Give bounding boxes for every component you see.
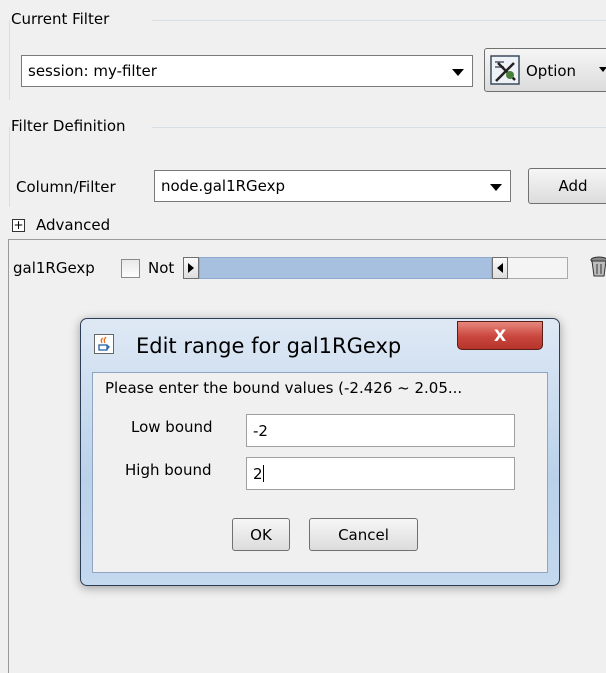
range-slider-high-thumb[interactable] bbox=[492, 257, 508, 279]
add-button[interactable]: Add bbox=[528, 168, 606, 204]
java-cup-icon bbox=[94, 334, 114, 358]
range-slider-low-thumb[interactable] bbox=[183, 257, 199, 279]
range-slider[interactable] bbox=[183, 257, 593, 279]
filter-definition-border bbox=[9, 127, 10, 207]
high-bound-input[interactable]: 2 bbox=[246, 457, 515, 490]
option-menu-chevron-icon bbox=[599, 67, 606, 72]
column-filter-label: Column/Filter bbox=[16, 178, 116, 196]
dialog-prompt-text: Please enter the bound values (-2.426 ~ … bbox=[105, 379, 463, 397]
column-filter-value: node.gal1RGexp bbox=[161, 177, 286, 195]
high-bound-label: High bound bbox=[125, 461, 212, 479]
dialog-title: Edit range for gal1RGexp bbox=[136, 334, 402, 358]
high-bound-value: 2 bbox=[253, 465, 263, 483]
text-cursor bbox=[262, 465, 264, 482]
filter-definition-section-label: Filter Definition bbox=[11, 117, 126, 135]
current-filter-border bbox=[9, 20, 10, 100]
filter-attribute-label: gal1RGexp bbox=[13, 259, 95, 277]
current-filter-value: session: my-filter bbox=[28, 62, 157, 80]
option-button-label: Option bbox=[526, 62, 577, 80]
current-filter-separator bbox=[152, 20, 606, 21]
current-filter-dropdown[interactable]: session: my-filter bbox=[21, 55, 473, 87]
trash-icon[interactable] bbox=[590, 256, 606, 282]
not-label: Not bbox=[148, 259, 175, 277]
cancel-button[interactable]: Cancel bbox=[309, 518, 418, 551]
chevron-down-icon bbox=[452, 69, 464, 76]
range-slider-fill bbox=[199, 257, 492, 279]
current-filter-section-label: Current Filter bbox=[11, 10, 110, 28]
options-settings-icon bbox=[490, 55, 520, 89]
option-button[interactable]: Option bbox=[484, 48, 606, 92]
filter-definition-separator bbox=[152, 127, 606, 128]
ok-button[interactable]: OK bbox=[232, 518, 290, 551]
dialog-body: Please enter the bound values (-2.426 ~ … bbox=[92, 372, 548, 573]
advanced-expand-toggle[interactable]: + bbox=[12, 219, 25, 232]
range-slider-track bbox=[508, 257, 568, 279]
advanced-label[interactable]: Advanced bbox=[36, 216, 110, 234]
low-bound-label: Low bound bbox=[131, 418, 213, 436]
chevron-down-icon bbox=[490, 184, 502, 191]
edit-range-dialog: Edit range for gal1RGexp X Please enter … bbox=[80, 318, 560, 586]
not-checkbox[interactable] bbox=[121, 259, 140, 278]
dialog-close-button[interactable]: X bbox=[457, 321, 543, 350]
column-filter-dropdown[interactable]: node.gal1RGexp bbox=[154, 170, 511, 202]
low-bound-input[interactable]: -2 bbox=[246, 414, 515, 447]
